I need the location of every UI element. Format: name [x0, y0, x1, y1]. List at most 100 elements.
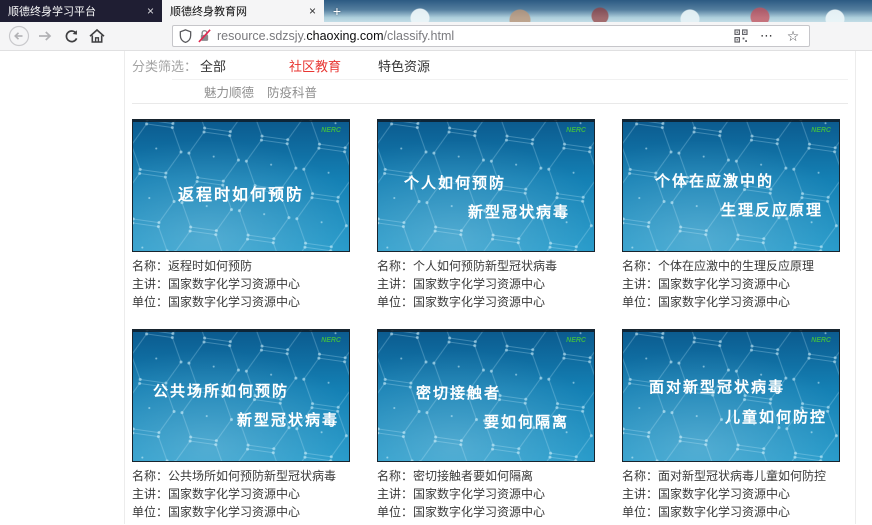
meta-label-unit: 单位： [132, 295, 168, 309]
close-icon[interactable]: × [147, 5, 154, 17]
course-thumbnail[interactable]: NERC 返程时如何预防 [132, 119, 350, 252]
meta-label-unit: 单位： [622, 505, 658, 519]
thumb-title-line1: 面对新型冠状病毒 [649, 378, 785, 396]
qr-code-icon [734, 29, 748, 43]
course-unit: 国家数字化学习资源中心 [658, 295, 790, 309]
thumb-title-line2: 新型冠状病毒 [468, 203, 570, 221]
course-name: 返程时如何预防 [168, 259, 252, 273]
frame-edge [378, 120, 594, 122]
course-name: 面对新型冠状病毒儿童如何防控 [658, 469, 826, 483]
new-tab-button[interactable]: + [324, 0, 350, 22]
course-card[interactable]: NERC 个人如何预防 新型冠状病毒 名称：个人如何预防新型冠状病毒 主讲：国家… [377, 119, 595, 311]
thumb-title-line2: 要如何隔离 [484, 413, 569, 431]
nerc-logo: NERC [566, 337, 587, 344]
category-featured-resources[interactable]: 特色资源 [378, 56, 467, 75]
course-name: 个体在应激中的生理反应原理 [658, 259, 814, 273]
tab-title: 顺德终身学习平台 [8, 3, 141, 19]
meta-label-name: 名称： [377, 469, 413, 483]
url-path: /classify.html [384, 29, 455, 43]
course-card[interactable]: NERC 公共场所如何预防 新型冠状病毒 名称：公共场所如何预防新型冠状病毒 主… [132, 329, 350, 521]
thumb-title-line1: 个人如何预防 [403, 174, 506, 192]
meta-label-lecturer: 主讲： [622, 487, 658, 501]
course-thumbnail[interactable]: NERC 个人如何预防 新型冠状病毒 [377, 119, 595, 252]
course-card[interactable]: NERC 返程时如何预防 名称：返程时如何预防 主讲：国家数字化学习资源中心 单… [132, 119, 350, 311]
meta-label-lecturer: 主讲： [377, 277, 413, 291]
course-thumbnail[interactable]: NERC 个体在应激中的 生理反应原理 [622, 119, 840, 252]
nerc-logo: NERC [811, 127, 832, 134]
meta-label-name: 名称： [622, 469, 658, 483]
meta-label-unit: 单位： [132, 505, 168, 519]
course-thumbnail[interactable]: NERC 公共场所如何预防 新型冠状病毒 [132, 329, 350, 462]
back-icon [8, 25, 30, 47]
filter-label: 分类筛选： [132, 56, 200, 75]
meta-label-lecturer: 主讲： [622, 277, 658, 291]
subcategory-filter-row: 魅力顺德 防疫科普 [132, 80, 848, 103]
course-lecturer: 国家数字化学习资源中心 [658, 487, 790, 501]
tracking-shield-icon[interactable] [179, 29, 192, 43]
course-card[interactable]: NERC 面对新型冠状病毒 儿童如何防控 名称：面对新型冠状病毒儿童如何防控 主… [622, 329, 840, 521]
tab-title: 顺德终身教育网 [170, 3, 303, 19]
course-meta: 名称：个人如何预防新型冠状病毒 主讲：国家数字化学习资源中心 单位：国家数字化学… [377, 257, 595, 311]
tab-shunde-education-site[interactable]: 顺德终身教育网 × [162, 0, 324, 22]
course-name: 密切接触者要如何隔离 [413, 469, 533, 483]
reload-icon [63, 28, 80, 45]
thumb-title-line2: 儿童如何防控 [724, 408, 827, 426]
tab-shunde-learning-platform[interactable]: 顺德终身学习平台 × [0, 0, 162, 22]
meta-label-unit: 单位： [377, 505, 413, 519]
frame-edge [133, 330, 349, 332]
meta-label-unit: 单位： [377, 295, 413, 309]
course-card[interactable]: NERC 密切接触者 要如何隔离 名称：密切接触者要如何隔离 主讲：国家数字化学… [377, 329, 595, 521]
url-domain: chaoxing.com [306, 29, 383, 43]
url-bar[interactable]: resource.sdzsjy.chaoxing.com/classify.ht… [172, 25, 810, 47]
thumb-title-line2: 新型冠状病毒 [237, 411, 339, 429]
thumb-title-line1: 返程时如何预防 [178, 185, 304, 204]
subcategory-epidemic-science[interactable]: 防疫科普 [267, 82, 317, 101]
subcategory-charming-shunde[interactable]: 魅力顺德 [204, 82, 254, 101]
course-name: 个人如何预防新型冠状病毒 [413, 259, 557, 273]
category-all[interactable]: 全部 [200, 56, 289, 75]
meta-label-lecturer: 主讲： [377, 487, 413, 501]
course-unit: 国家数字化学习资源中心 [168, 295, 300, 309]
course-name: 公共场所如何预防新型冠状病毒 [168, 469, 336, 483]
course-lecturer: 国家数字化学习资源中心 [413, 277, 545, 291]
forward-button[interactable] [32, 24, 58, 48]
meta-label-unit: 单位： [622, 295, 658, 309]
meta-label-name: 名称： [622, 259, 658, 273]
close-icon[interactable]: × [309, 5, 316, 17]
course-unit: 国家数字化学习资源中心 [168, 505, 300, 519]
category-community-education[interactable]: 社区教育 [289, 56, 378, 75]
nerc-logo: NERC [321, 337, 342, 344]
page-actions-button[interactable]: ⋯ [757, 26, 777, 46]
back-button[interactable] [6, 24, 32, 48]
course-thumbnail[interactable]: NERC 面对新型冠状病毒 儿童如何防控 [622, 329, 840, 462]
qr-extension-button[interactable] [731, 26, 751, 46]
page-body: 分类筛选： 全部 社区教育 特色资源 魅力顺德 防疫科普 NERC 返程时如何预… [0, 51, 872, 524]
course-lecturer: 国家数字化学习资源中心 [658, 277, 790, 291]
course-meta: 名称：面对新型冠状病毒儿童如何防控 主讲：国家数字化学习资源中心 单位：国家数字… [622, 467, 840, 521]
bookmark-button[interactable]: ☆ [783, 26, 803, 46]
course-lecturer: 国家数字化学习资源中心 [413, 487, 545, 501]
frame-edge [623, 330, 839, 332]
thumb-title-line1: 公共场所如何预防 [153, 382, 289, 400]
course-lecturer: 国家数字化学习资源中心 [168, 277, 300, 291]
frame-edge [378, 330, 594, 332]
home-button[interactable] [84, 24, 110, 48]
course-card[interactable]: NERC 个体在应激中的 生理反应原理 名称：个体在应激中的生理反应原理 主讲：… [622, 119, 840, 311]
reload-button[interactable] [58, 24, 84, 48]
frame-edge [623, 120, 839, 122]
insecure-lock-icon[interactable] [198, 29, 211, 43]
course-unit: 国家数字化学习资源中心 [658, 505, 790, 519]
nerc-logo: NERC [811, 337, 832, 344]
thumb-title-line2: 生理反应原理 [721, 201, 823, 219]
url-text[interactable]: resource.sdzsjy.chaoxing.com/classify.ht… [217, 29, 725, 43]
glow-overlay [133, 120, 349, 251]
course-meta: 名称：密切接触者要如何隔离 主讲：国家数字化学习资源中心 单位：国家数字化学习资… [377, 467, 595, 521]
meta-label-lecturer: 主讲： [132, 277, 168, 291]
course-thumbnail[interactable]: NERC 密切接触者 要如何隔离 [377, 329, 595, 462]
frame-edge [133, 120, 349, 122]
url-prefix: resource.sdzsjy. [217, 29, 306, 43]
course-meta: 名称：公共场所如何预防新型冠状病毒 主讲：国家数字化学习资源中心 单位：国家数字… [132, 467, 350, 521]
meta-label-name: 名称： [132, 469, 168, 483]
meta-label-name: 名称： [377, 259, 413, 273]
meta-label-lecturer: 主讲： [132, 487, 168, 501]
